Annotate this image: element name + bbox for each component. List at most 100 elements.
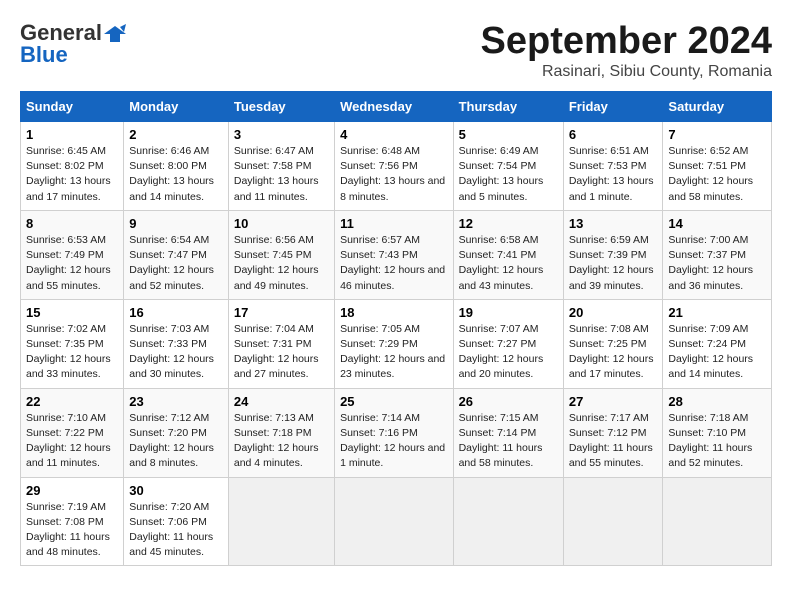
col-header-monday: Monday [124,92,229,122]
day-info: Sunrise: 7:17 AMSunset: 7:12 PMDaylight:… [569,411,658,472]
day-info: Sunrise: 6:52 AMSunset: 7:51 PMDaylight:… [668,144,766,205]
calendar-cell: 18 Sunrise: 7:05 AMSunset: 7:29 PMDayligh… [335,299,453,388]
calendar-cell: 5Sunrise: 6:49 AMSunset: 7:54 PMDaylight… [453,122,563,211]
day-number: 9 [129,216,223,231]
title-block: September 2024 Rasinari, Sibiu County, R… [481,20,773,81]
day-number: 28 [668,394,766,409]
calendar-cell: 30 Sunrise: 7:20 AMSunset: 7:06 PMDayligh… [124,477,229,566]
day-number: 11 [340,216,447,231]
day-info: Sunrise: 6:46 AMSunset: 8:00 PMDaylight:… [129,144,223,205]
calendar-cell: 28 Sunrise: 7:18 AMSunset: 7:10 PMDayligh… [663,388,772,477]
col-header-friday: Friday [563,92,663,122]
calendar-week-row: 15 Sunrise: 7:02 AMSunset: 7:35 PMDayligh… [21,299,772,388]
day-info: Sunrise: 7:05 AMSunset: 7:29 PMDaylight:… [340,322,447,383]
day-number: 16 [129,305,223,320]
day-number: 17 [234,305,329,320]
calendar-cell: 8 Sunrise: 6:53 AMSunset: 7:49 PMDaylight… [21,210,124,299]
day-number: 5 [459,127,558,142]
day-info: Sunrise: 7:20 AMSunset: 7:06 PMDaylight:… [129,500,223,561]
day-info: Sunrise: 6:51 AMSunset: 7:53 PMDaylight:… [569,144,658,205]
col-header-sunday: Sunday [21,92,124,122]
day-number: 27 [569,394,658,409]
day-number: 30 [129,483,223,498]
day-info: Sunrise: 7:08 AMSunset: 7:25 PMDaylight:… [569,322,658,383]
day-number: 1 [26,127,118,142]
col-header-tuesday: Tuesday [228,92,334,122]
page-title: September 2024 [481,20,773,63]
day-number: 21 [668,305,766,320]
day-info: Sunrise: 6:58 AMSunset: 7:41 PMDaylight:… [459,233,558,294]
calendar-cell [563,477,663,566]
col-header-thursday: Thursday [453,92,563,122]
calendar-cell: 20Sunrise: 7:08 AMSunset: 7:25 PMDayligh… [563,299,663,388]
calendar-cell: 27 Sunrise: 7:17 AMSunset: 7:12 PMDayligh… [563,388,663,477]
calendar-cell: 9 Sunrise: 6:54 AMSunset: 7:47 PMDaylight… [124,210,229,299]
day-info: Sunrise: 7:14 AMSunset: 7:16 PMDaylight:… [340,411,447,472]
day-info: Sunrise: 6:53 AMSunset: 7:49 PMDaylight:… [26,233,118,294]
calendar-cell: 13 Sunrise: 6:59 AMSunset: 7:39 PMDayligh… [563,210,663,299]
calendar-cell: 23 Sunrise: 7:12 AMSunset: 7:20 PMDayligh… [124,388,229,477]
day-info: Sunrise: 6:54 AMSunset: 7:47 PMDaylight:… [129,233,223,294]
day-number: 23 [129,394,223,409]
day-info: Sunrise: 7:18 AMSunset: 7:10 PMDaylight:… [668,411,766,472]
calendar-cell: 1 Sunrise: 6:45 AMSunset: 8:02 PMDaylight… [21,122,124,211]
day-info: Sunrise: 6:59 AMSunset: 7:39 PMDaylight:… [569,233,658,294]
day-info: Sunrise: 7:12 AMSunset: 7:20 PMDaylight:… [129,411,223,472]
day-number: 6 [569,127,658,142]
day-info: Sunrise: 7:07 AMSunset: 7:27 PMDaylight:… [459,322,558,383]
day-info: Sunrise: 6:45 AMSunset: 8:02 PMDaylight:… [26,144,118,205]
calendar-cell: 21Sunrise: 7:09 AMSunset: 7:24 PMDayligh… [663,299,772,388]
calendar-cell [453,477,563,566]
day-info: Sunrise: 7:04 AMSunset: 7:31 PMDaylight:… [234,322,329,383]
calendar-week-row: 29 Sunrise: 7:19 AMSunset: 7:08 PMDayligh… [21,477,772,566]
day-info: Sunrise: 7:10 AMSunset: 7:22 PMDaylight:… [26,411,118,472]
calendar-cell: 22 Sunrise: 7:10 AMSunset: 7:22 PMDayligh… [21,388,124,477]
day-info: Sunrise: 7:19 AMSunset: 7:08 PMDaylight:… [26,500,118,561]
day-info: Sunrise: 7:03 AMSunset: 7:33 PMDaylight:… [129,322,223,383]
day-info: Sunrise: 6:47 AMSunset: 7:58 PMDaylight:… [234,144,329,205]
calendar-cell: 14 Sunrise: 7:00 AMSunset: 7:37 PMDayligh… [663,210,772,299]
calendar-cell [228,477,334,566]
logo-blue: Blue [20,42,68,68]
calendar-cell: 25 Sunrise: 7:14 AMSunset: 7:16 PMDayligh… [335,388,453,477]
day-info: Sunrise: 7:15 AMSunset: 7:14 PMDaylight:… [459,411,558,472]
calendar-cell: 29 Sunrise: 7:19 AMSunset: 7:08 PMDayligh… [21,477,124,566]
day-number: 14 [668,216,766,231]
calendar-cell: 17 Sunrise: 7:04 AMSunset: 7:31 PMDayligh… [228,299,334,388]
calendar-cell: 15 Sunrise: 7:02 AMSunset: 7:35 PMDayligh… [21,299,124,388]
calendar-header-row: SundayMondayTuesdayWednesdayThursdayFrid… [21,92,772,122]
day-info: Sunrise: 6:56 AMSunset: 7:45 PMDaylight:… [234,233,329,294]
day-number: 13 [569,216,658,231]
day-number: 22 [26,394,118,409]
day-info: Sunrise: 6:48 AMSunset: 7:56 PMDaylight:… [340,144,447,205]
day-number: 7 [668,127,766,142]
calendar-cell: 16 Sunrise: 7:03 AMSunset: 7:33 PMDayligh… [124,299,229,388]
calendar-cell: 26Sunrise: 7:15 AMSunset: 7:14 PMDayligh… [453,388,563,477]
day-number: 8 [26,216,118,231]
day-number: 2 [129,127,223,142]
day-info: Sunrise: 7:02 AMSunset: 7:35 PMDaylight:… [26,322,118,383]
calendar-table: SundayMondayTuesdayWednesdayThursdayFrid… [20,91,772,566]
calendar-cell: 19 Sunrise: 7:07 AMSunset: 7:27 PMDayligh… [453,299,563,388]
day-number: 10 [234,216,329,231]
col-header-wednesday: Wednesday [335,92,453,122]
day-number: 29 [26,483,118,498]
day-number: 15 [26,305,118,320]
logo: General Blue [20,20,126,68]
calendar-cell: 4Sunrise: 6:48 AMSunset: 7:56 PMDaylight… [335,122,453,211]
day-number: 25 [340,394,447,409]
page-subtitle: Rasinari, Sibiu County, Romania [481,63,773,81]
calendar-cell [663,477,772,566]
day-info: Sunrise: 7:13 AMSunset: 7:18 PMDaylight:… [234,411,329,472]
day-number: 12 [459,216,558,231]
calendar-cell: 11 Sunrise: 6:57 AMSunset: 7:43 PMDayligh… [335,210,453,299]
calendar-cell: 7 Sunrise: 6:52 AMSunset: 7:51 PMDaylight… [663,122,772,211]
day-number: 19 [459,305,558,320]
page-header: General Blue September 2024 Rasinari, Si… [20,20,772,81]
day-info: Sunrise: 7:00 AMSunset: 7:37 PMDaylight:… [668,233,766,294]
calendar-cell: 2 Sunrise: 6:46 AMSunset: 8:00 PMDaylight… [124,122,229,211]
day-number: 18 [340,305,447,320]
day-info: Sunrise: 6:57 AMSunset: 7:43 PMDaylight:… [340,233,447,294]
calendar-week-row: 22 Sunrise: 7:10 AMSunset: 7:22 PMDayligh… [21,388,772,477]
calendar-week-row: 1 Sunrise: 6:45 AMSunset: 8:02 PMDaylight… [21,122,772,211]
